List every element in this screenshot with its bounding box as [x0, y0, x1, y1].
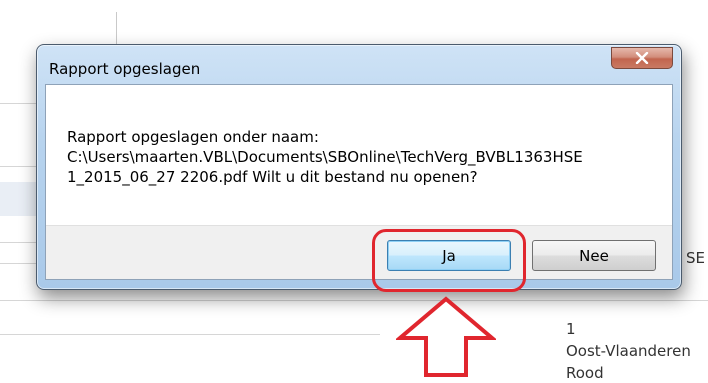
column-divider: [116, 12, 117, 44]
close-button[interactable]: [611, 47, 673, 69]
row-value: 1: [566, 320, 576, 338]
row-divider: [0, 103, 36, 104]
row-region: Oost-Vlaanderen: [566, 342, 691, 360]
no-button[interactable]: Nee: [532, 240, 656, 271]
side-text: SE: [686, 249, 705, 267]
dialog-message: Rapport opgeslagen onder naam: C:\Users\…: [67, 128, 583, 186]
close-icon: [635, 52, 649, 64]
arrow-up-icon: [394, 296, 498, 383]
dialog-title: Rapport opgeslagen: [49, 60, 201, 78]
dialog-button-bar: Ja Nee: [46, 225, 672, 279]
row-divider: [0, 300, 708, 301]
dialog-body: Rapport opgeslagen onder naam: C:\Users\…: [45, 84, 673, 280]
row-divider: [0, 263, 36, 264]
message-dialog: Rapport opgeslagen Rapport opgeslagen on…: [36, 44, 682, 290]
annotation-highlight: [372, 229, 526, 292]
row-divider: [0, 334, 380, 335]
row-color: Rood: [566, 364, 604, 382]
header-band: [0, 182, 36, 216]
row-divider: [0, 242, 36, 243]
row-divider: [0, 166, 36, 167]
